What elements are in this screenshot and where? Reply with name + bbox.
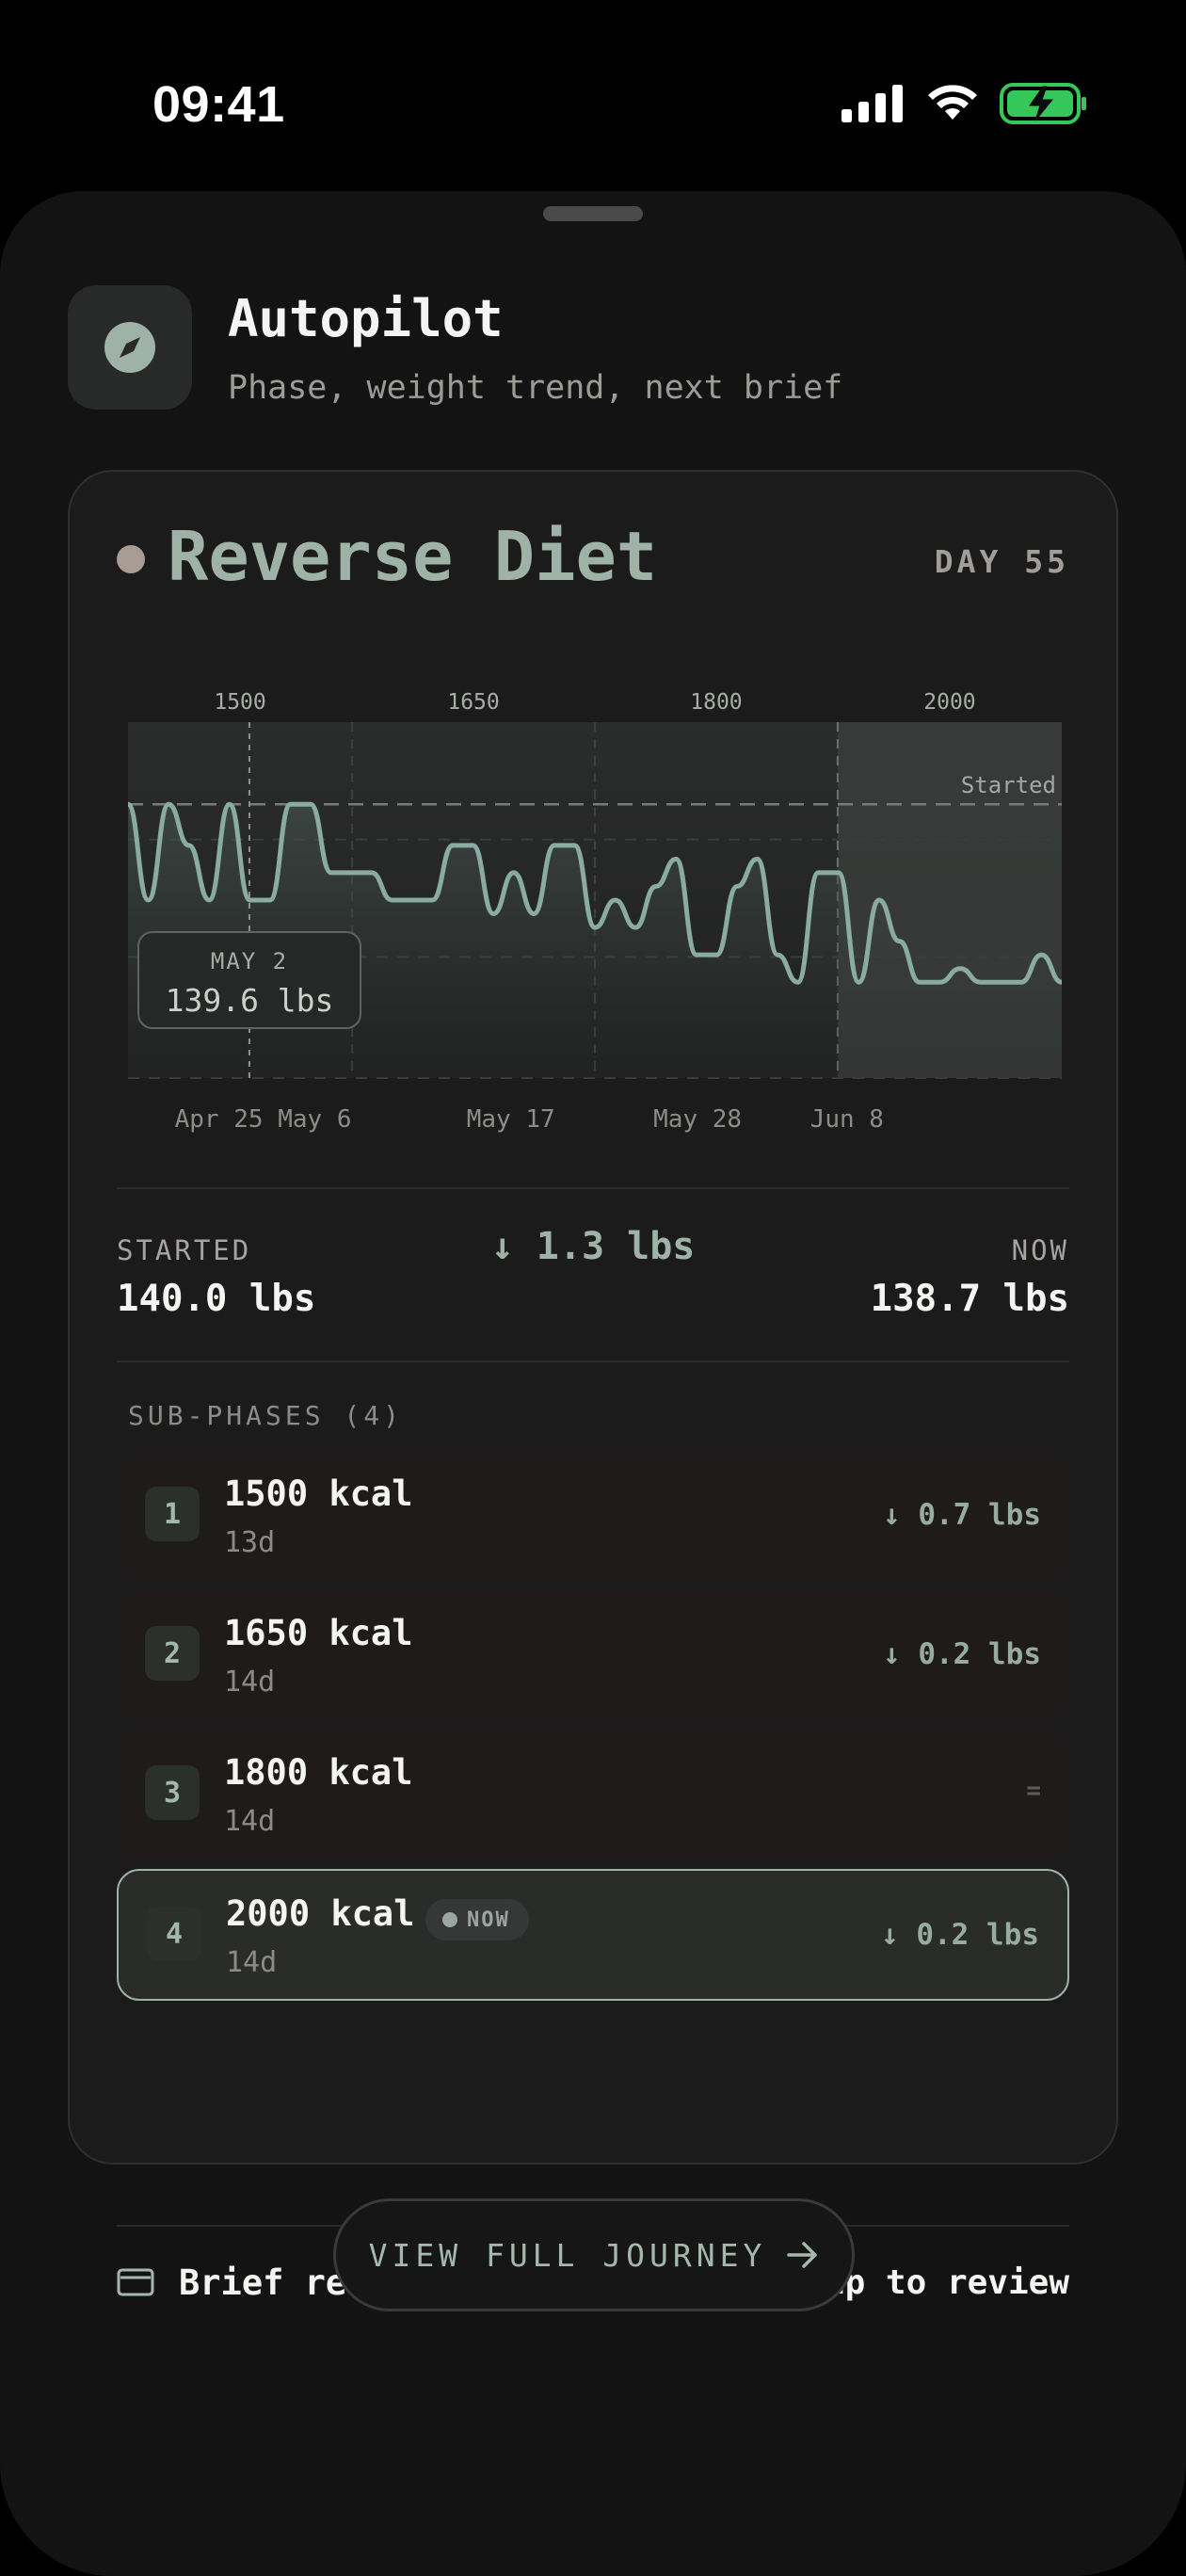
- sub-phase-delta: ↓ 0.2 lbs: [881, 1918, 1039, 1952]
- sub-phase-number: 1: [145, 1487, 200, 1541]
- bottom-sheet: Autopilot Phase, weight trend, next brie…: [0, 191, 1186, 2576]
- sub-phase-item[interactable]: 2 1650 kcal 14d ↓ 0.2 lbs: [117, 1590, 1069, 1722]
- x-tick-label: May 17: [467, 1105, 555, 1134]
- sub-phase-duration: 14d: [224, 1666, 276, 1699]
- page-title: Autopilot: [228, 288, 504, 348]
- sub-phase-number: 4: [147, 1907, 201, 1961]
- started-reference-label: Started: [961, 772, 1056, 798]
- divider: [117, 1360, 1069, 1362]
- phase-label: 2000: [923, 690, 975, 715]
- now-label: NOW: [1011, 1234, 1069, 1266]
- sub-phase-kcal: 1500 kcal: [224, 1473, 413, 1514]
- sub-phase-number: 3: [145, 1765, 200, 1820]
- sub-phase-number: 2: [145, 1626, 200, 1681]
- sub-phase-kcal: 1650 kcal: [224, 1613, 413, 1653]
- journey-button-label: VIEW FULL JOURNEY: [368, 2236, 767, 2274]
- sub-phase-delta: ↓ 0.2 lbs: [883, 1637, 1041, 1671]
- sub-phase-item[interactable]: 3 1800 kcal 14d =: [117, 1730, 1069, 1861]
- phase-card: Reverse Diet DAY 55 1500 1650 1800 2000 Star…: [68, 470, 1118, 2303]
- sub-phase-item-current[interactable]: 4 2000 kcal NOW 14d ↓ 0.2 lbs: [117, 1869, 1069, 2001]
- envelope-icon: [117, 2268, 154, 2296]
- sub-phase-duration: 13d: [224, 1526, 276, 1559]
- sub-phase-delta: ↓ 0.7 lbs: [883, 1498, 1041, 1532]
- sheet-header: Autopilot Phase, weight trend, next brie…: [68, 285, 842, 410]
- sub-phases-heading: SUB-PHASES (4): [128, 1400, 404, 1431]
- phase-label: 1800: [690, 690, 742, 715]
- sub-phase-duration: 14d: [224, 1805, 276, 1838]
- phase-label: 1650: [447, 690, 499, 715]
- page-subtitle: Phase, weight trend, next brief: [228, 368, 843, 407]
- wifi-icon: [928, 85, 977, 120]
- status-icons: [841, 83, 1088, 124]
- arrow-right-icon: [787, 2242, 818, 2268]
- phase-label: 1500: [214, 690, 265, 715]
- now-badge: NOW: [425, 1899, 529, 1940]
- sub-phase-kcal: 1800 kcal: [224, 1752, 413, 1793]
- started-value: 140.0 lbs: [117, 1278, 316, 1320]
- x-tick-label: Jun 8: [810, 1105, 884, 1134]
- status-time: 09:41: [152, 76, 285, 133]
- divider: [117, 1187, 1069, 1189]
- sheet-grabber[interactable]: [543, 206, 643, 221]
- view-full-journey-button[interactable]: VIEW FULL JOURNEY: [333, 2198, 855, 2311]
- x-tick-label: Apr 25: [175, 1105, 264, 1134]
- sub-phase-delta: =: [1026, 1777, 1041, 1805]
- weight-stats: STARTED 140.0 lbs ↓ 1.3 lbs NOW 138.7 lb…: [117, 1225, 1069, 1328]
- signal-icon: [841, 85, 903, 122]
- status-bar: 09:41: [0, 0, 1186, 188]
- sub-phase-kcal: 2000 kcal: [226, 1893, 415, 1934]
- x-tick-label: May 28: [653, 1105, 742, 1134]
- sub-phase-duration: 14d: [226, 1946, 278, 1979]
- sub-phases-list: 1 1500 kcal 13d ↓ 0.7 lbs 2 1650 kcal 14…: [117, 1451, 1069, 2008]
- now-dot-icon: [442, 1912, 457, 1927]
- x-tick-label: May 6: [278, 1105, 351, 1134]
- battery-charging-icon: [1000, 83, 1086, 124]
- compass-icon: [68, 285, 192, 410]
- now-badge-label: NOW: [467, 1908, 510, 1932]
- sub-phase-item[interactable]: 1 1500 kcal 13d ↓ 0.7 lbs: [117, 1451, 1069, 1583]
- now-value: 138.7 lbs: [870, 1278, 1069, 1320]
